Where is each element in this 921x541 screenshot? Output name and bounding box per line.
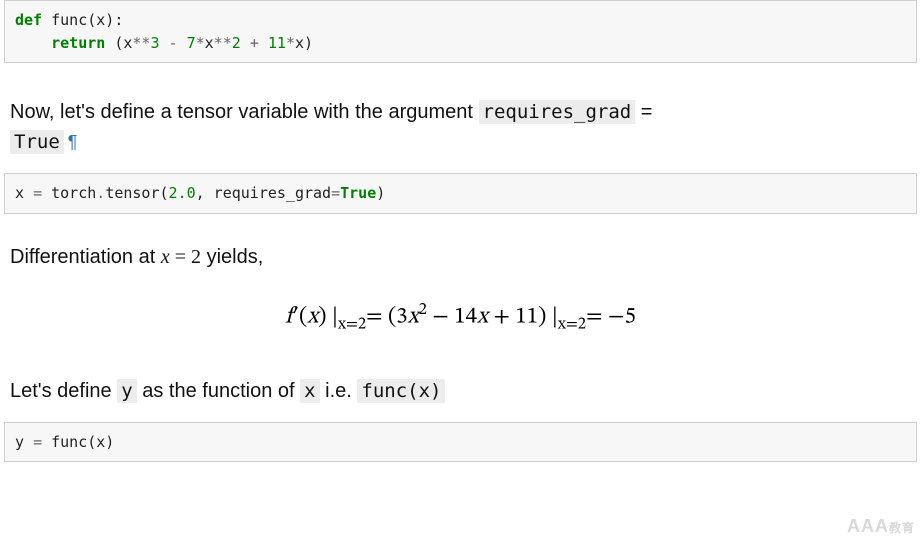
- inline-code-x: x: [300, 379, 319, 403]
- code-cell-tensor: x = torch.tensor(2.0, requires_grad=True…: [4, 173, 917, 214]
- math-eq-2: = 2: [170, 246, 201, 268]
- text: Differentiation at: [10, 246, 161, 268]
- inline-code-requires-grad: requires_grad: [479, 100, 636, 124]
- inline-code-y: y: [117, 379, 136, 403]
- num-7: 7: [187, 34, 196, 52]
- keyword-return: return: [51, 34, 105, 52]
- text: i.e.: [320, 380, 358, 402]
- markdown-tensor-intro: Now, let's define a tensor variable with…: [0, 85, 921, 159]
- text: yields,: [201, 246, 263, 268]
- expr-end: x): [295, 34, 313, 52]
- bool-true: True: [340, 184, 376, 202]
- code-cell-y-func: y = func(x): [4, 422, 917, 463]
- inline-code-funcx: func(x): [357, 379, 445, 403]
- text: Now, let's define a tensor variable with…: [10, 101, 479, 123]
- markdown-diff-intro: Differentiation at x = 2 yields,: [0, 240, 921, 285]
- func-signature: func(x):: [42, 11, 123, 29]
- text: Let's define: [10, 380, 117, 402]
- math-display-derivative: f′(x) |x=2= (3x2 − 14x + 11) |x=2= −5: [0, 285, 921, 356]
- expr-start: (x: [105, 34, 132, 52]
- math-x: x: [161, 246, 170, 268]
- num-2-0: 2.0: [169, 184, 196, 202]
- keyword-def: def: [15, 11, 42, 29]
- text: as the function of: [137, 380, 300, 402]
- text: =: [635, 101, 652, 123]
- indent: [15, 34, 51, 52]
- markdown-define-y: Let's define y as the function of x i.e.…: [0, 364, 921, 408]
- watermark-small: 教育: [889, 521, 915, 535]
- op-mul: *: [196, 34, 205, 52]
- num-11: 11: [268, 34, 286, 52]
- op-minus: -: [169, 34, 178, 52]
- op-pow: **: [132, 34, 150, 52]
- code-cell-func-def: def func(x): return (x**3 - 7*x**2 + 11*…: [4, 0, 917, 63]
- inline-code-true: True: [10, 130, 64, 154]
- op-plus: +: [250, 34, 259, 52]
- watermark-big: AAA: [847, 516, 889, 536]
- anchor-link[interactable]: ¶: [68, 132, 78, 152]
- op-mul: *: [286, 34, 295, 52]
- watermark: AAA教育: [847, 516, 915, 537]
- op-pow: **: [214, 34, 232, 52]
- num-3: 3: [150, 34, 159, 52]
- num-2: 2: [232, 34, 241, 52]
